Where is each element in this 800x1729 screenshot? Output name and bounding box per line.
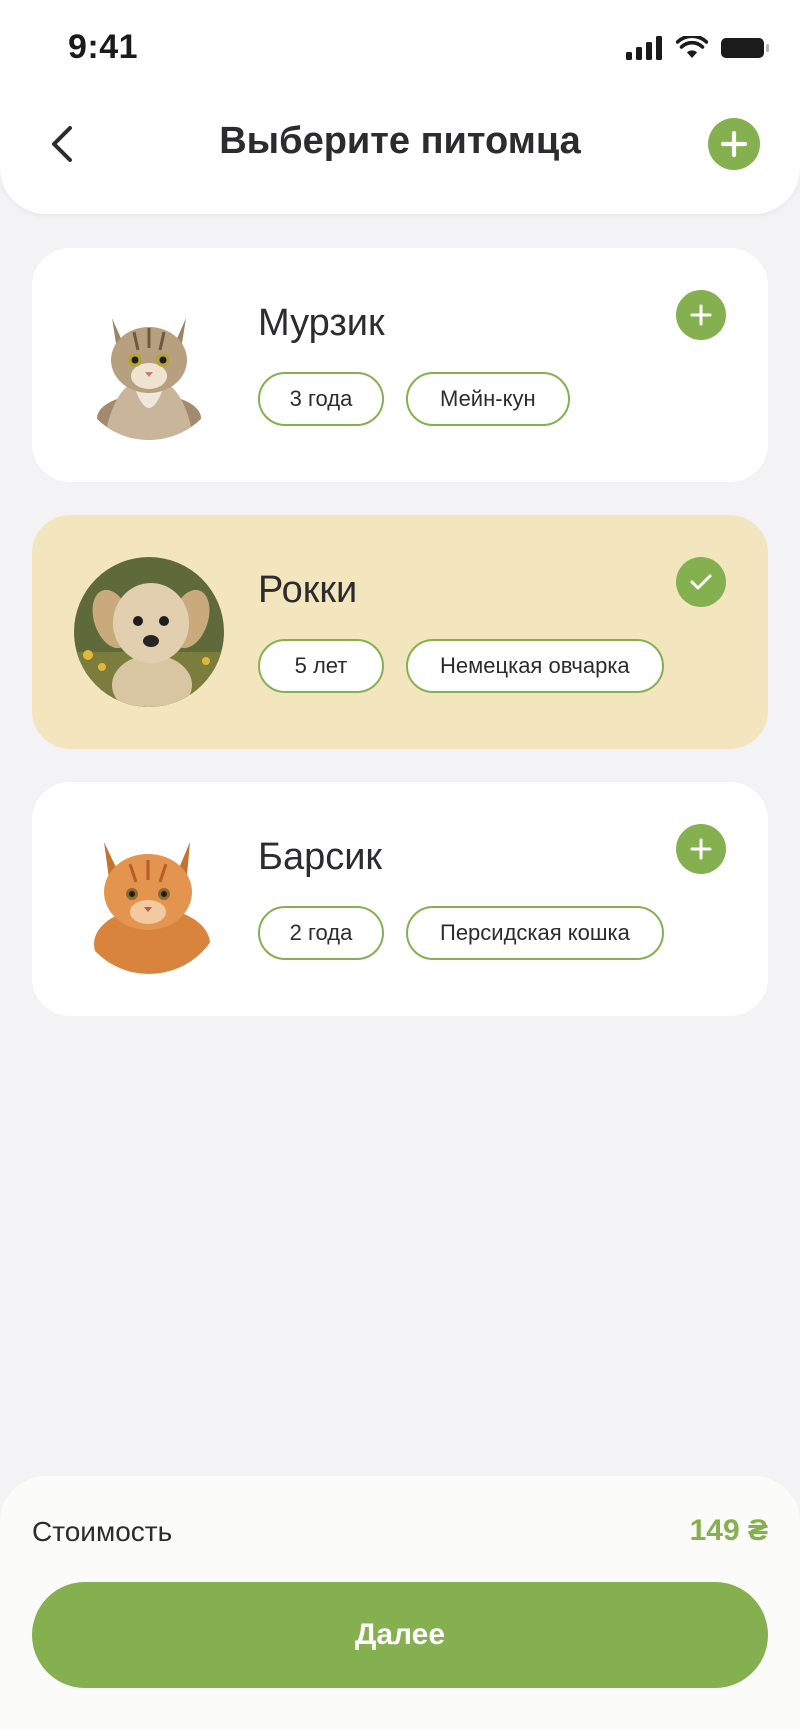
check-icon	[690, 574, 712, 590]
select-pet-button[interactable]	[676, 290, 726, 340]
next-button[interactable]: Далее	[32, 1582, 768, 1688]
pet-tags: 2 года Персидская кошка	[258, 906, 664, 960]
status-time: 9:41	[68, 28, 139, 66]
pet-breed-tag: Немецкая овчарка	[406, 639, 664, 693]
pet-selection-screen: 9:41 Выберите питомца Мурзик 3 года Мейн…	[0, 0, 800, 1729]
pet-breed-tag: Персидская кошка	[406, 906, 664, 960]
pet-photo-cat	[74, 290, 224, 440]
battery-icon	[721, 38, 769, 58]
bottom-panel: Стоимость 149 ₴ Далее	[0, 1476, 800, 1729]
status-bar: 9:41	[0, 0, 800, 100]
plus-icon	[690, 838, 712, 860]
pet-photo-cat	[74, 824, 224, 974]
pet-card[interactable]: Барсик 2 года Персидская кошка	[32, 782, 768, 1016]
pet-name: Барсик	[258, 836, 383, 878]
cellular-signal-icon	[626, 36, 662, 60]
pet-card-selected[interactable]: Рокки 5 лет Немецкая овчарка	[32, 515, 768, 749]
selected-pet-button[interactable]	[676, 557, 726, 607]
status-icons	[626, 36, 770, 60]
plus-icon	[690, 304, 712, 326]
header: 9:41 Выберите питомца	[0, 0, 800, 214]
pet-age-tag: 2 года	[258, 906, 384, 960]
pet-card[interactable]: Мурзик 3 года Мейн-кун	[32, 248, 768, 482]
plus-icon	[721, 131, 747, 157]
pet-breed-tag: Мейн-кун	[406, 372, 570, 426]
pet-name: Мурзик	[258, 302, 385, 344]
pet-name: Рокки	[258, 569, 358, 611]
cost-value: 149 ₴	[689, 1514, 768, 1547]
pet-age-tag: 5 лет	[258, 639, 384, 693]
pet-photo-dog	[74, 557, 224, 707]
cost-label: Стоимость	[32, 1516, 173, 1547]
page-title: Выберите питомца	[219, 120, 581, 162]
pet-tags: 5 лет Немецкая овчарка	[258, 639, 664, 693]
wifi-icon	[676, 36, 708, 58]
pet-tags: 3 года Мейн-кун	[258, 372, 570, 426]
select-pet-button[interactable]	[676, 824, 726, 874]
add-pet-button[interactable]	[708, 118, 760, 170]
pet-age-tag: 3 года	[258, 372, 384, 426]
